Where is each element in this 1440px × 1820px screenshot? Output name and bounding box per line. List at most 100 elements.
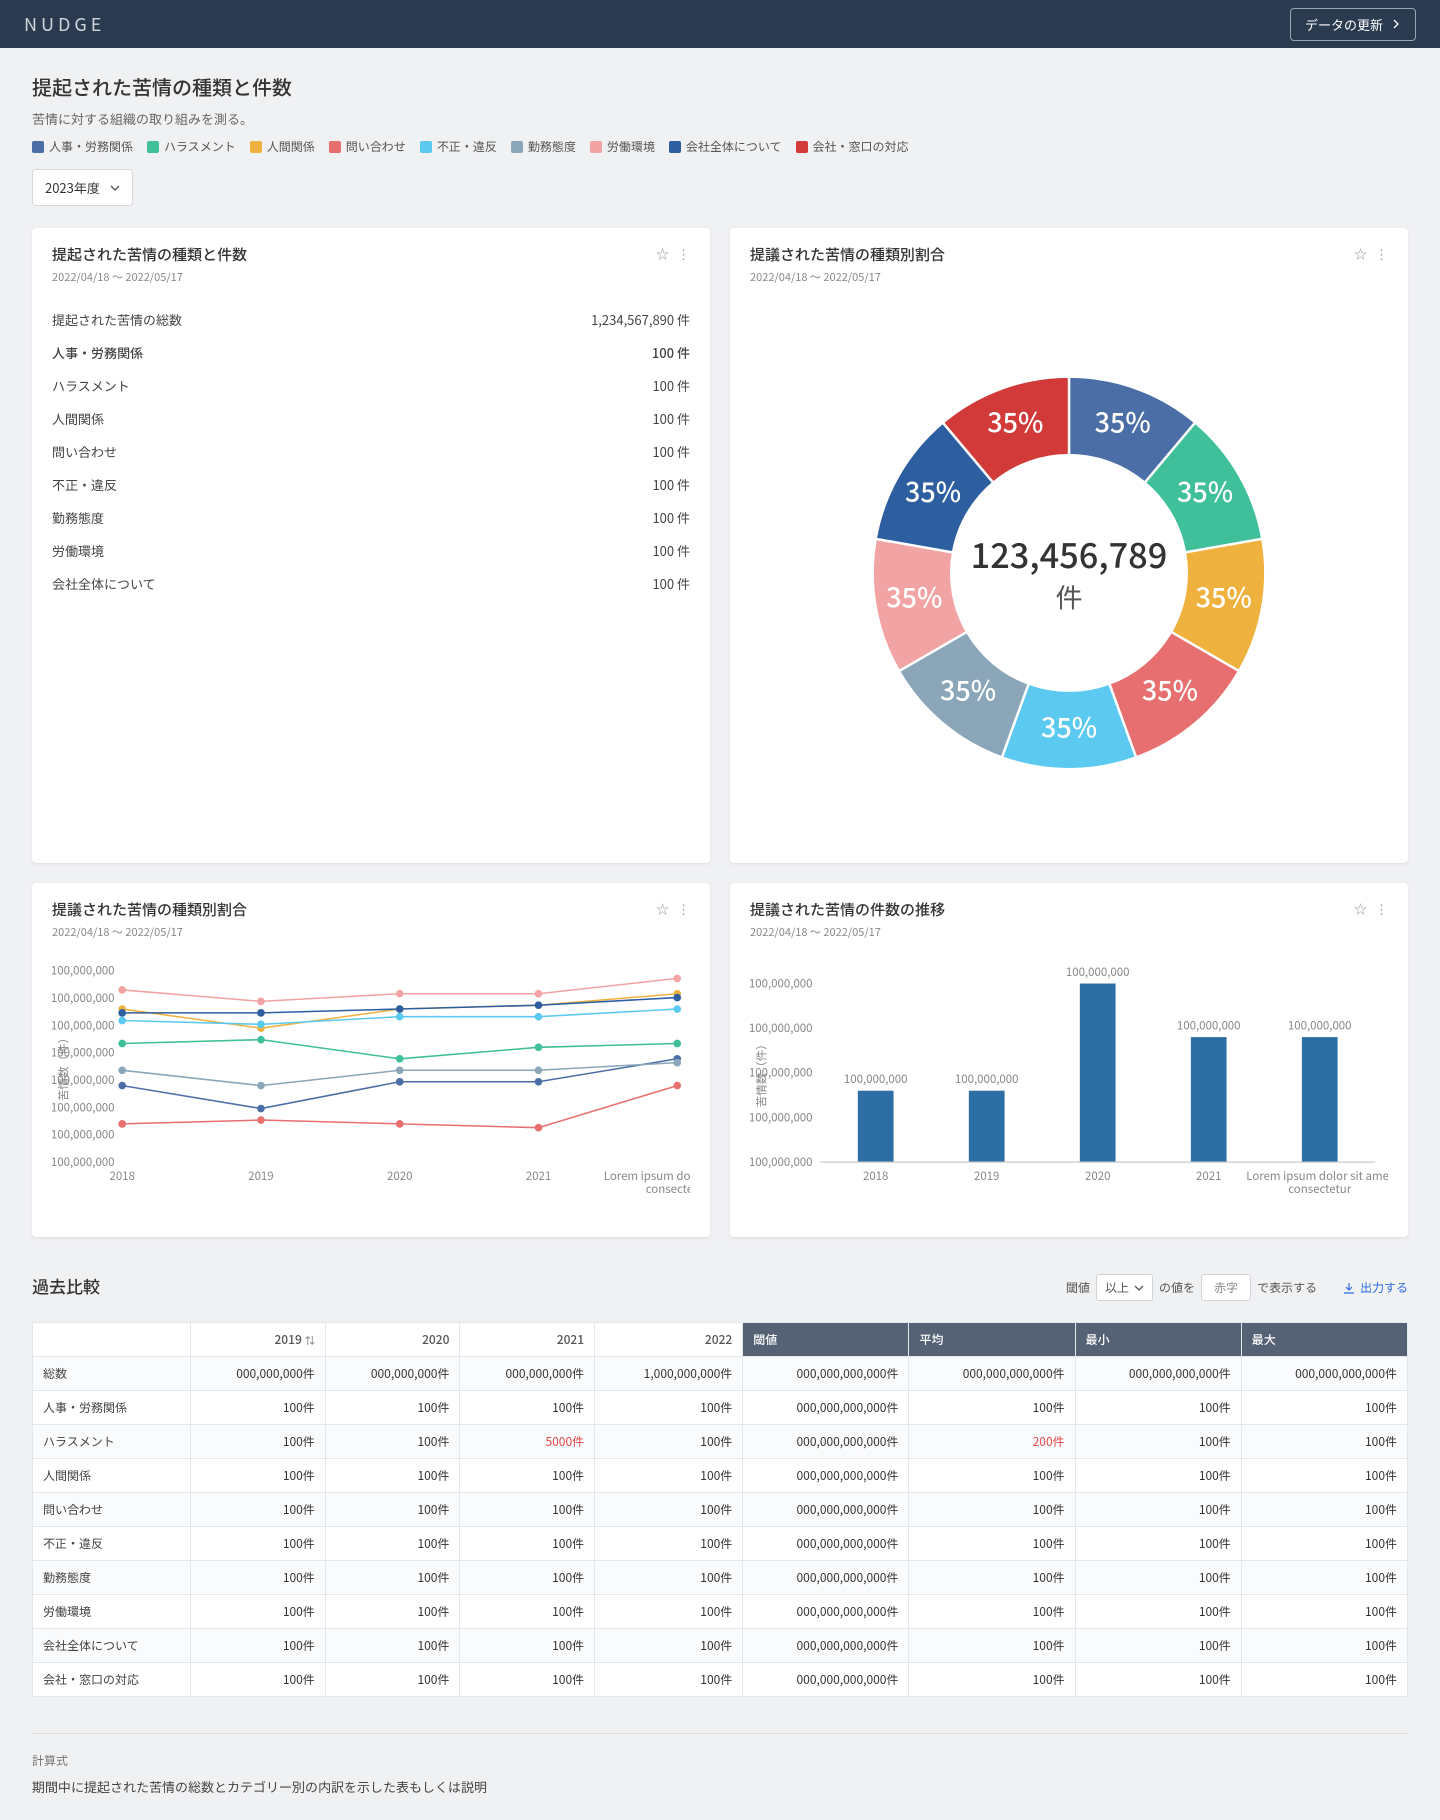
- table-row: 会社・窓口の対応100件100件100件100件000,000,000,000件…: [33, 1663, 1408, 1697]
- legend-label: 労働環境: [607, 138, 655, 155]
- th-2020[interactable]: 2020: [325, 1323, 460, 1357]
- summary-row-value: 100 件: [652, 541, 690, 560]
- kebab-icon[interactable]: ⋮: [677, 244, 690, 263]
- cell-avg: 100件: [909, 1391, 1075, 1425]
- cell-y2019: 100件: [191, 1493, 326, 1527]
- cell-y2021: 100件: [460, 1459, 595, 1493]
- legend-swatch: [796, 141, 808, 153]
- download-icon: [1343, 1282, 1355, 1294]
- sort-icon: ⇅: [305, 1332, 315, 1347]
- svg-text:35%: 35%: [1142, 670, 1198, 709]
- cell-threshold: 000,000,000,000件: [743, 1391, 909, 1425]
- cell-avg: 100件: [909, 1527, 1075, 1561]
- svg-text:2019: 2019: [248, 1168, 273, 1184]
- table-row: 勤務態度100件100件100件100件000,000,000,000件100件…: [33, 1561, 1408, 1595]
- table-row: 不正・違反100件100件100件100件000,000,000,000件100…: [33, 1527, 1408, 1561]
- year-select-value: 2023年度: [45, 178, 100, 197]
- legend-swatch: [511, 141, 523, 153]
- row-label: 総数: [33, 1357, 191, 1391]
- star-icon[interactable]: ☆: [656, 244, 669, 263]
- svg-text:100,000,000: 100,000,000: [52, 1017, 115, 1033]
- row-label: 問い合わせ: [33, 1493, 191, 1527]
- th-2022[interactable]: 2022: [595, 1323, 743, 1357]
- compare-title: 過去比較: [32, 1273, 100, 1298]
- summary-row-value: 100 件: [652, 409, 690, 428]
- summary-row-label: 人事・労務関係: [52, 343, 143, 362]
- th-avg: 平均: [909, 1323, 1075, 1357]
- svg-text:35%: 35%: [1196, 577, 1252, 616]
- card-bar-date: 2022/04/18 〜 2022/05/17: [750, 924, 945, 940]
- cell-y2020: 100件: [325, 1663, 460, 1697]
- legend-swatch: [669, 141, 681, 153]
- summary-row: 勤務態度100 件: [52, 501, 690, 534]
- summary-total-label: 提起された苦情の総数: [52, 310, 182, 329]
- summary-row: 人事・労務関係100 件: [52, 336, 690, 369]
- cell-max: 100件: [1241, 1459, 1407, 1493]
- legend-label: ハラスメント: [164, 138, 236, 155]
- year-select[interactable]: 2023年度: [32, 169, 133, 206]
- table-row: 労働環境100件100件100件100件000,000,000,000件100件…: [33, 1595, 1408, 1629]
- svg-text:100,000,000: 100,000,000: [1066, 964, 1130, 980]
- cell-y2021: 100件: [460, 1663, 595, 1697]
- cell-threshold: 000,000,000,000件: [743, 1561, 909, 1595]
- cell-threshold: 000,000,000,000件: [743, 1459, 909, 1493]
- legend-item: 問い合わせ: [329, 138, 406, 155]
- legend-item: 会社・窓口の対応: [796, 138, 909, 155]
- star-icon[interactable]: ☆: [656, 899, 669, 918]
- svg-text:苦情数（件）: 苦情数（件）: [753, 1038, 769, 1107]
- cell-y2019: 100件: [191, 1663, 326, 1697]
- th-2019[interactable]: 2019⇅: [191, 1323, 326, 1357]
- kebab-icon[interactable]: ⋮: [677, 899, 690, 918]
- svg-text:35%: 35%: [886, 577, 942, 616]
- svg-text:100,000,000: 100,000,000: [1177, 1017, 1241, 1033]
- cell-min: 100件: [1075, 1561, 1241, 1595]
- legend-item: 人間関係: [250, 138, 315, 155]
- redtext-input[interactable]: 赤字: [1201, 1274, 1251, 1301]
- kebab-icon[interactable]: ⋮: [1375, 899, 1388, 918]
- value-label: の値を: [1159, 1279, 1195, 1296]
- kebab-icon[interactable]: ⋮: [1375, 244, 1388, 263]
- table-row: ハラスメント100件100件5000件100件000,000,000,000件2…: [33, 1425, 1408, 1459]
- legend-swatch: [147, 141, 159, 153]
- legend-item: ハラスメント: [147, 138, 236, 155]
- svg-text:100,000,000: 100,000,000: [955, 1071, 1019, 1087]
- summary-row: 不正・違反100 件: [52, 468, 690, 501]
- row-label: 労働環境: [33, 1595, 191, 1629]
- cell-y2020: 100件: [325, 1493, 460, 1527]
- th-2021[interactable]: 2021: [460, 1323, 595, 1357]
- svg-text:35%: 35%: [987, 402, 1043, 441]
- calc-label: 計算式: [32, 1752, 1408, 1769]
- cell-max: 100件: [1241, 1527, 1407, 1561]
- cond-select[interactable]: 以上: [1096, 1274, 1153, 1301]
- legend: 人事・労務関係ハラスメント人間関係問い合わせ不正・違反勤務態度労働環境会社全体に…: [32, 138, 1408, 155]
- card-summary-title: 提起された苦情の種類と件数: [52, 244, 247, 265]
- legend-item: 勤務態度: [511, 138, 576, 155]
- cell-y2019: 100件: [191, 1391, 326, 1425]
- card-line-date: 2022/04/18 〜 2022/05/17: [52, 924, 247, 940]
- cell-avg: 000,000,000,000件: [909, 1357, 1075, 1391]
- app-header: NUDGE データの更新: [0, 0, 1440, 48]
- table-row: 総数000,000,000件000,000,000件000,000,000件1,…: [33, 1357, 1408, 1391]
- star-icon[interactable]: ☆: [1354, 244, 1367, 263]
- export-button[interactable]: 出力する: [1343, 1279, 1408, 1296]
- chevron-down-icon: [1134, 1283, 1144, 1293]
- cell-y2022: 1,000,000,000件: [595, 1357, 743, 1391]
- cell-threshold: 000,000,000,000件: [743, 1663, 909, 1697]
- cell-y2019: 100件: [191, 1595, 326, 1629]
- legend-label: 会社・窓口の対応: [813, 138, 909, 155]
- svg-text:2018: 2018: [109, 1168, 134, 1184]
- cell-threshold: 000,000,000,000件: [743, 1425, 909, 1459]
- threshold-label: 閾値: [1066, 1279, 1090, 1296]
- cell-max: 100件: [1241, 1595, 1407, 1629]
- cell-min: 100件: [1075, 1425, 1241, 1459]
- summary-row-value: 100 件: [652, 376, 690, 395]
- th-max: 最大: [1241, 1323, 1407, 1357]
- star-icon[interactable]: ☆: [1354, 899, 1367, 918]
- svg-text:2020: 2020: [387, 1168, 412, 1184]
- card-line: 提議された苦情の種類別割合 2022/04/18 〜 2022/05/17 ☆ …: [32, 883, 710, 1237]
- update-button[interactable]: データの更新: [1290, 8, 1416, 41]
- page-subtitle: 苦情に対する組織の取り組みを測る。: [32, 109, 1408, 128]
- summary-row: 問い合わせ100 件: [52, 435, 690, 468]
- cell-max: 100件: [1241, 1561, 1407, 1595]
- cell-y2021: 100件: [460, 1561, 595, 1595]
